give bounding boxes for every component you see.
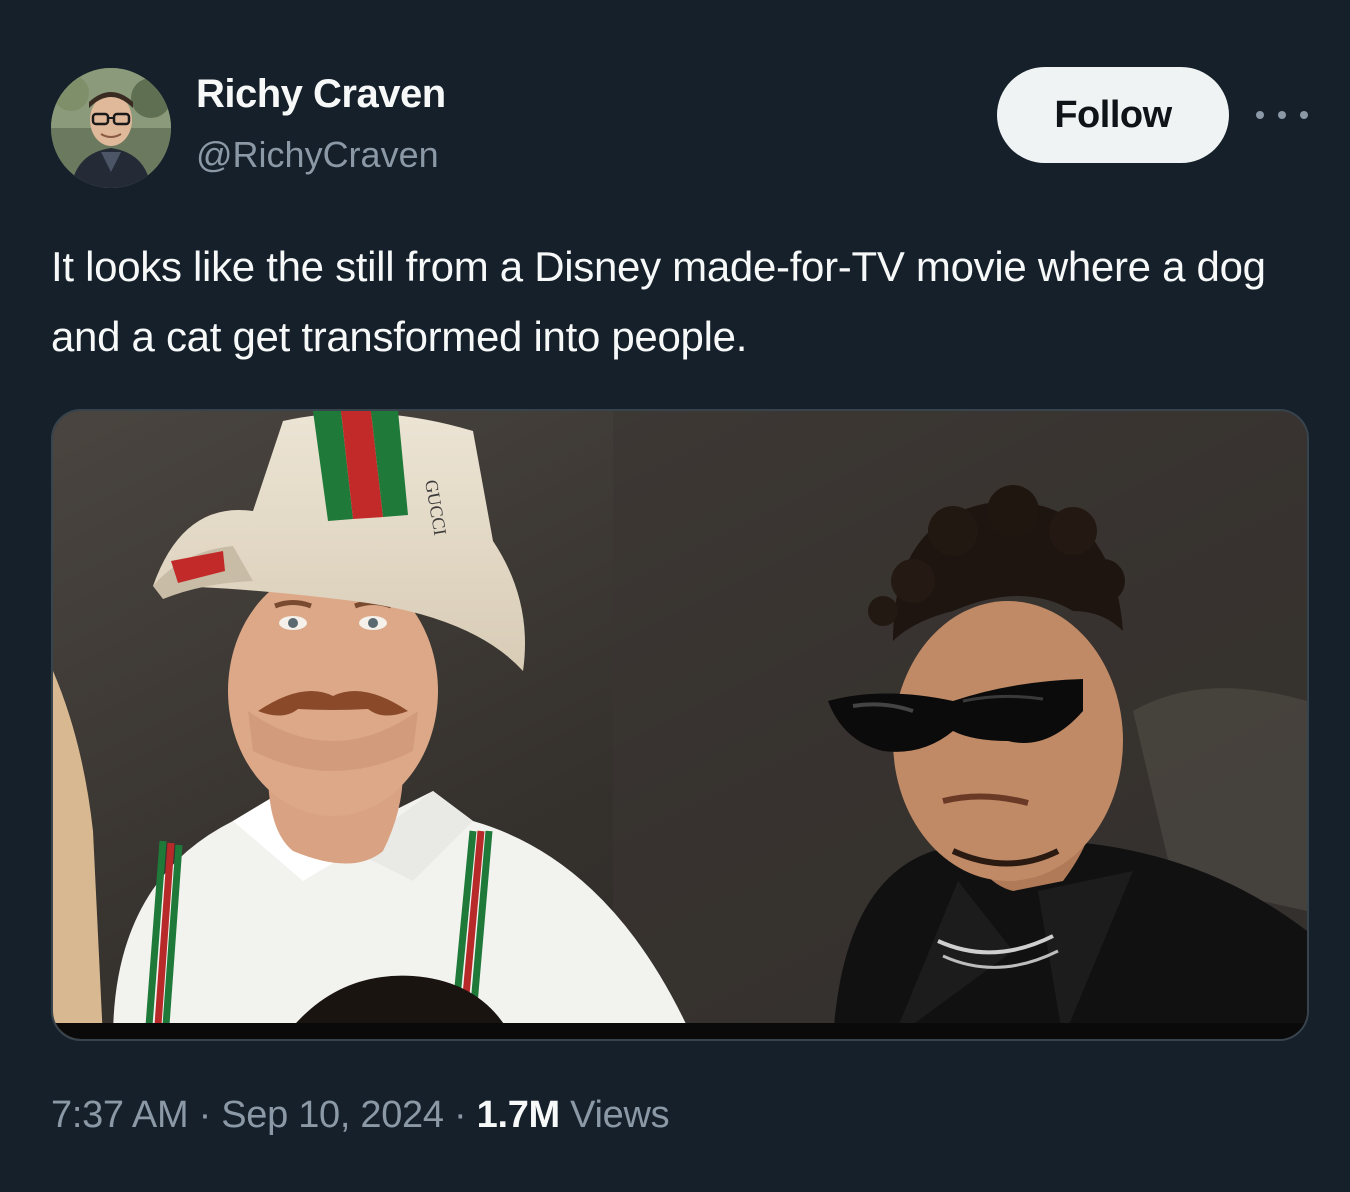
meta-separator: · bbox=[453, 1094, 467, 1136]
meta-separator: · bbox=[198, 1094, 212, 1136]
more-dot bbox=[1278, 111, 1286, 119]
follow-button[interactable]: Follow bbox=[997, 67, 1229, 163]
tweet-date[interactable]: Sep 10, 2024 bbox=[221, 1094, 444, 1136]
author-display-name[interactable]: Richy Craven bbox=[196, 72, 446, 117]
tweet-photo[interactable]: GUCCI bbox=[51, 409, 1309, 1041]
avatar-image bbox=[51, 68, 171, 188]
more-dot bbox=[1300, 111, 1308, 119]
photo-illustration: GUCCI bbox=[53, 411, 1307, 1039]
avatar[interactable] bbox=[51, 68, 171, 188]
views-count: 1.7M bbox=[476, 1094, 561, 1136]
tweet-card: Richy Craven @RichyCraven Follow It look… bbox=[0, 0, 1350, 1192]
author-handle[interactable]: @RichyCraven bbox=[196, 134, 439, 176]
tweet-time[interactable]: 7:37 AM bbox=[51, 1094, 189, 1136]
more-dot bbox=[1256, 111, 1264, 119]
more-horizontal-icon[interactable] bbox=[1256, 100, 1308, 130]
views-link[interactable]: 1.7M Views bbox=[477, 1094, 670, 1136]
tweet-text: It looks like the still from a Disney ma… bbox=[51, 243, 1266, 360]
tweet-meta: 7:37 AM · Sep 10, 2024 · 1.7M Views bbox=[51, 1094, 670, 1137]
views-label: Views bbox=[570, 1094, 670, 1136]
